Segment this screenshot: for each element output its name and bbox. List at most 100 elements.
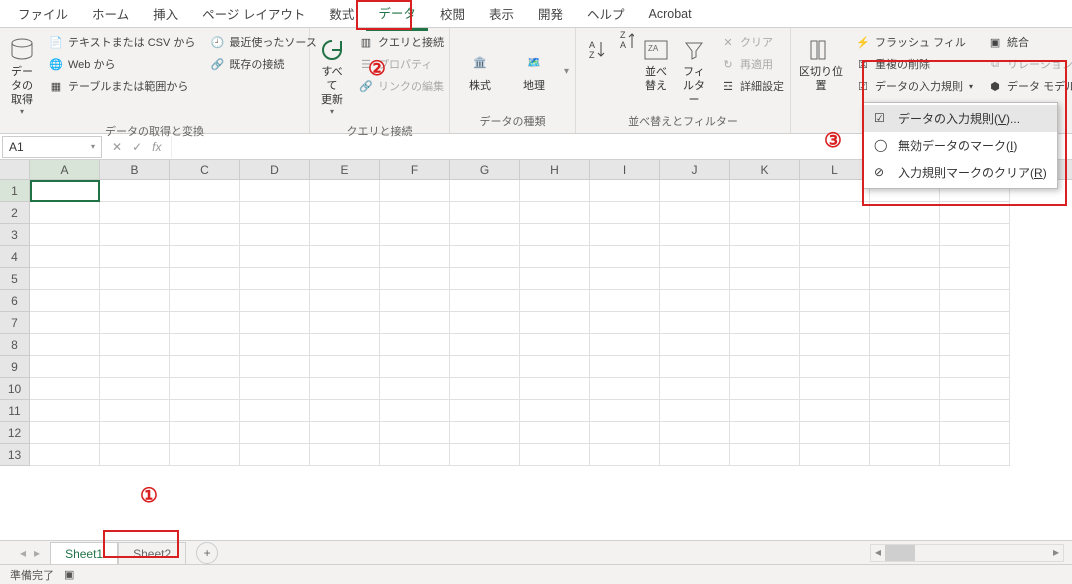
col-header[interactable]: K bbox=[730, 160, 800, 179]
cell[interactable] bbox=[100, 202, 170, 224]
cell[interactable] bbox=[590, 268, 660, 290]
enter-icon[interactable]: ✓ bbox=[132, 140, 142, 154]
cell[interactable] bbox=[30, 334, 100, 356]
sort-button[interactable]: ZA 並べ替え bbox=[640, 32, 672, 98]
cell[interactable] bbox=[520, 312, 590, 334]
clear-filter-button[interactable]: ✕クリア bbox=[716, 32, 788, 52]
cell[interactable] bbox=[310, 290, 380, 312]
geography-button[interactable]: 🗺️ 地理 bbox=[510, 46, 558, 98]
from-text-csv-button[interactable]: 📄テキストまたは CSV から bbox=[44, 32, 199, 52]
cell[interactable] bbox=[590, 312, 660, 334]
cell[interactable] bbox=[800, 356, 870, 378]
sheet-tab[interactable]: Sheet2 bbox=[118, 542, 186, 565]
cell[interactable] bbox=[940, 334, 1010, 356]
tab-formulas[interactable]: 数式 bbox=[317, 0, 366, 29]
data-validation-item[interactable]: ☑ データの入力規則(V)... bbox=[864, 105, 1057, 132]
cell[interactable] bbox=[660, 400, 730, 422]
cell[interactable] bbox=[940, 224, 1010, 246]
cell[interactable] bbox=[870, 378, 940, 400]
cell[interactable] bbox=[590, 290, 660, 312]
properties-button[interactable]: ☰プロパティ bbox=[354, 54, 448, 74]
cell[interactable] bbox=[310, 180, 380, 202]
cell[interactable] bbox=[30, 224, 100, 246]
cell[interactable] bbox=[940, 400, 1010, 422]
cell[interactable] bbox=[310, 312, 380, 334]
cell[interactable] bbox=[940, 356, 1010, 378]
cell[interactable] bbox=[660, 202, 730, 224]
cell[interactable] bbox=[30, 290, 100, 312]
cell[interactable] bbox=[730, 444, 800, 466]
cell[interactable] bbox=[240, 180, 310, 202]
cell[interactable] bbox=[170, 202, 240, 224]
cell[interactable] bbox=[30, 312, 100, 334]
cell[interactable] bbox=[590, 356, 660, 378]
tab-acrobat[interactable]: Acrobat bbox=[637, 1, 704, 27]
cell[interactable] bbox=[730, 378, 800, 400]
cell[interactable] bbox=[660, 180, 730, 202]
cell[interactable] bbox=[170, 290, 240, 312]
refresh-all-button[interactable]: すべて 更新 ▾ bbox=[316, 32, 348, 121]
cell[interactable] bbox=[310, 444, 380, 466]
reapply-button[interactable]: ↻再適用 bbox=[716, 54, 788, 74]
cell[interactable] bbox=[170, 400, 240, 422]
cell[interactable] bbox=[590, 400, 660, 422]
cell[interactable] bbox=[590, 422, 660, 444]
col-header[interactable]: G bbox=[450, 160, 520, 179]
cell[interactable] bbox=[310, 268, 380, 290]
circle-invalid-item[interactable]: ◯ 無効データのマーク(I) bbox=[864, 132, 1057, 159]
filter-button[interactable]: フィルター bbox=[678, 32, 710, 111]
cell[interactable] bbox=[240, 290, 310, 312]
cell[interactable] bbox=[380, 180, 450, 202]
cell[interactable] bbox=[240, 422, 310, 444]
cell[interactable] bbox=[240, 356, 310, 378]
row-header[interactable]: 11 bbox=[0, 400, 30, 422]
cell[interactable] bbox=[800, 202, 870, 224]
cell[interactable] bbox=[170, 246, 240, 268]
cell[interactable] bbox=[310, 422, 380, 444]
cell[interactable] bbox=[170, 312, 240, 334]
cell[interactable] bbox=[870, 444, 940, 466]
cell[interactable] bbox=[660, 312, 730, 334]
cell[interactable] bbox=[380, 312, 450, 334]
cell[interactable] bbox=[870, 400, 940, 422]
cell[interactable] bbox=[520, 246, 590, 268]
cell[interactable] bbox=[30, 202, 100, 224]
cell[interactable] bbox=[380, 268, 450, 290]
row-header[interactable]: 13 bbox=[0, 444, 30, 466]
cell[interactable] bbox=[940, 246, 1010, 268]
cell[interactable] bbox=[520, 356, 590, 378]
cell[interactable] bbox=[170, 422, 240, 444]
cell[interactable] bbox=[730, 422, 800, 444]
sort-az-button[interactable]: AZ bbox=[582, 32, 612, 70]
cell[interactable] bbox=[170, 444, 240, 466]
remove-duplicates-button[interactable]: ☒重複の削除 bbox=[851, 54, 977, 74]
cell[interactable] bbox=[100, 246, 170, 268]
tab-insert[interactable]: 挿入 bbox=[141, 0, 190, 29]
cell[interactable] bbox=[100, 422, 170, 444]
cell[interactable] bbox=[450, 444, 520, 466]
col-header[interactable]: H bbox=[520, 160, 590, 179]
row-header[interactable]: 1 bbox=[0, 180, 30, 202]
text-to-columns-button[interactable]: 区切り位置 bbox=[797, 32, 845, 98]
tab-review[interactable]: 校閲 bbox=[428, 0, 477, 29]
cell[interactable] bbox=[800, 312, 870, 334]
advanced-filter-button[interactable]: ☲詳細設定 bbox=[716, 76, 788, 96]
cell[interactable] bbox=[100, 444, 170, 466]
cell[interactable] bbox=[240, 444, 310, 466]
cell[interactable] bbox=[800, 422, 870, 444]
cell[interactable] bbox=[730, 334, 800, 356]
cell[interactable] bbox=[100, 290, 170, 312]
tab-file[interactable]: ファイル bbox=[6, 0, 80, 29]
sheet-tab[interactable]: Sheet1 bbox=[50, 542, 118, 565]
row-header[interactable]: 5 bbox=[0, 268, 30, 290]
col-header[interactable]: C bbox=[170, 160, 240, 179]
cell[interactable] bbox=[310, 246, 380, 268]
cell[interactable] bbox=[100, 180, 170, 202]
relationships-button[interactable]: ⧉リレーションシップ bbox=[983, 54, 1072, 74]
overflow-icon[interactable]: ▾ bbox=[564, 66, 569, 77]
cell[interactable] bbox=[730, 312, 800, 334]
cell[interactable] bbox=[730, 224, 800, 246]
cell[interactable] bbox=[100, 224, 170, 246]
cell[interactable] bbox=[450, 290, 520, 312]
cell[interactable] bbox=[520, 444, 590, 466]
